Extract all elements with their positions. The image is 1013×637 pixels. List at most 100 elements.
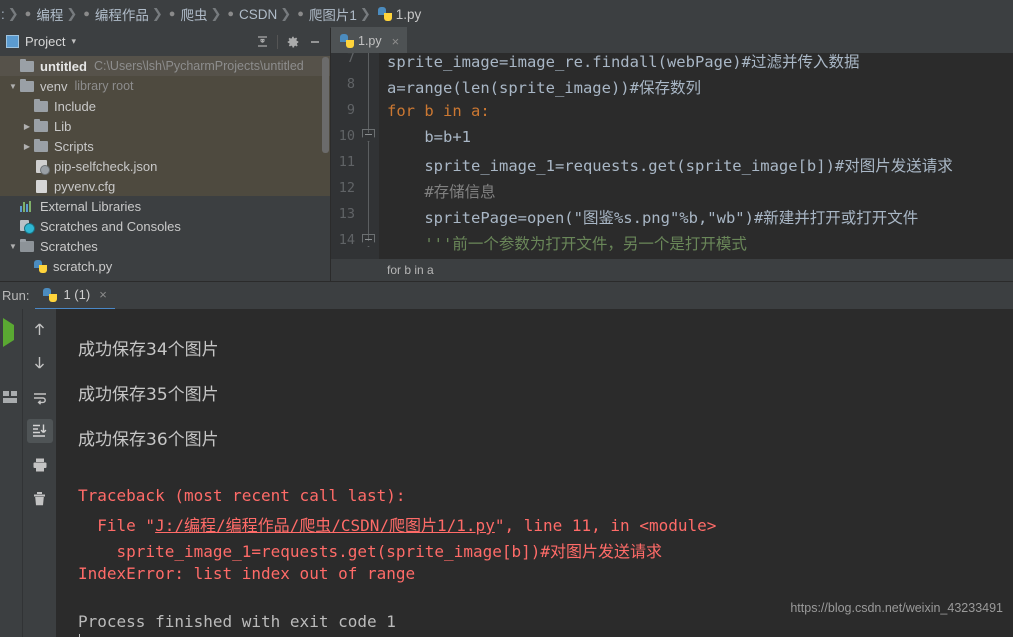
- line-number: 8: [346, 76, 355, 92]
- folder-dot-icon: ●: [83, 8, 90, 20]
- scroll-up-icon[interactable]: [27, 317, 53, 341]
- close-icon[interactable]: ×: [392, 34, 400, 49]
- folder-dot-icon: ●: [297, 8, 304, 20]
- breadcrumb-file-label: 1.py: [395, 6, 422, 22]
- tree-node-label: Scratches: [40, 238, 98, 254]
- fold-region-line: [368, 53, 369, 133]
- minimize-icon[interactable]: [304, 32, 326, 52]
- breadcrumb-item-label: 爬虫: [180, 8, 208, 23]
- folder-icon: [20, 238, 34, 252]
- stop-icon[interactable]: [3, 357, 19, 373]
- tree-node-external-libraries[interactable]: External Libraries: [0, 196, 330, 216]
- breadcrumb-item-label: 爬图片1: [308, 8, 357, 23]
- tree-node-scratch-py[interactable]: scratch.py: [0, 256, 330, 276]
- run-left-toolbar: [0, 309, 22, 637]
- folder-icon: [34, 118, 48, 132]
- run-panel: Run: 1 (1) × 成功保存34个图片 成功保存35个图片 成功保存36个…: [0, 281, 1013, 637]
- current-line-highlight: [379, 128, 1013, 154]
- breadcrumb-separator: ❯: [7, 6, 19, 21]
- code-lines[interactable]: sprite_image=image_re.findall(webPage)#过…: [379, 53, 1013, 281]
- tree-twisty[interactable]: ▼: [6, 242, 20, 251]
- breadcrumb-item-2[interactable]: ● 爬虫: [166, 4, 208, 24]
- code-editor[interactable]: 7 8 9 10 11 12 13 14 15: [331, 53, 1013, 281]
- layout-icon[interactable]: [3, 391, 19, 407]
- tree-node-libroot: library root: [74, 79, 134, 93]
- tree-node-venv[interactable]: ▼ venv library root: [0, 76, 330, 96]
- run-tab-label: 1 (1): [63, 287, 91, 302]
- breadcrumb-file[interactable]: 1.py: [377, 6, 422, 22]
- soft-wrap-icon[interactable]: [27, 385, 53, 409]
- breadcrumb-item-4[interactable]: ● 爬图片1: [294, 4, 357, 24]
- folder-dot-icon: ●: [24, 8, 32, 20]
- breadcrumb-separator: ❯: [280, 6, 292, 21]
- folder-icon: [34, 98, 48, 112]
- collapse-all-icon[interactable]: [251, 32, 273, 52]
- breadcrumb-item-3[interactable]: ● CSDN: [224, 7, 277, 22]
- cfg-file-icon: [36, 179, 47, 193]
- scroll-to-end-icon[interactable]: [26, 419, 53, 443]
- fold-marker-icon[interactable]: [362, 234, 375, 247]
- breadcrumb-item-label: CSDN: [239, 6, 278, 22]
- code-line-8: a=range(len(sprite_image))#保存数列: [387, 79, 701, 97]
- editor-status-breadcrumb: for b in a: [331, 259, 1013, 281]
- tree-node-scripts[interactable]: ▶ Scripts: [0, 136, 330, 156]
- editor-tab-label: 1.py: [358, 34, 382, 48]
- clear-all-icon[interactable]: [27, 487, 53, 511]
- breadcrumb-prefix: :: [1, 6, 5, 22]
- tree-node-include[interactable]: Include: [0, 96, 330, 116]
- tree-node-label: External Libraries: [40, 198, 142, 214]
- scratches-consoles-icon: [20, 219, 35, 234]
- run-tabbar: Run: 1 (1) ×: [0, 281, 1013, 310]
- traceback-file-link[interactable]: J:/编程/编程作品/爬虫/CSDN/爬图片1/1.py: [155, 516, 495, 535]
- code-line-12: #存储信息: [387, 183, 496, 201]
- code-line-11: sprite_image_1=requests.get(sprite_image…: [387, 157, 953, 175]
- project-panel: Project ▾ untitled C:\Users\lsh\PycharmP…: [0, 28, 331, 281]
- tree-twisty[interactable]: ▶: [20, 122, 34, 131]
- tree-node-scratches-consoles[interactable]: Scratches and Consoles: [0, 216, 330, 236]
- print-icon[interactable]: [27, 453, 53, 477]
- tree-node-label: Lib: [54, 118, 72, 134]
- run-console-toolbar: [22, 309, 56, 637]
- tree-node-untitled[interactable]: untitled C:\Users\lsh\PycharmProjects\un…: [0, 56, 330, 76]
- editor-tab-1py[interactable]: 1.py ×: [331, 27, 408, 53]
- project-panel-header: Project ▾: [0, 28, 330, 55]
- breadcrumb: : ❯ ● 编程 ❯ ● 编程作品 ❯ ● 爬虫 ❯ ● CSDN ❯ ● 爬图…: [0, 0, 1013, 28]
- tree-node-label: pip-selfcheck.json: [54, 158, 158, 174]
- breadcrumb-item-label: 编程: [36, 8, 64, 23]
- tree-node-scratches[interactable]: ▼ Scratches: [0, 236, 330, 256]
- breadcrumb-separator: ❯: [359, 6, 371, 21]
- console-exit-message: Process finished with exit code 1: [78, 612, 396, 631]
- folder-dot-icon: ●: [227, 8, 235, 20]
- line-number: 10: [338, 128, 355, 144]
- watermark: https://blog.csdn.net/weixin_43233491: [790, 601, 1003, 615]
- scroll-down-icon[interactable]: [27, 351, 53, 375]
- tree-node-pip-selfcheck[interactable]: pip-selfcheck.json: [0, 156, 330, 176]
- filter-icon[interactable]: [3, 425, 19, 441]
- line-number: 11: [338, 154, 355, 170]
- editor-pane: 1.py × 7 8 9 10 11 12 13 14 15: [331, 27, 1013, 281]
- editor-context-label: for b in a: [387, 263, 434, 277]
- tree-node-pyvenv-cfg[interactable]: pyvenv.cfg: [0, 176, 330, 196]
- line-number: 14: [338, 232, 355, 248]
- editor-gutter[interactable]: 7 8 9 10 11 12 13 14 15: [331, 53, 379, 281]
- breadcrumb-separator: ❯: [151, 6, 163, 21]
- tree-twisty[interactable]: ▼: [6, 82, 20, 91]
- run-console-output[interactable]: 成功保存34个图片 成功保存35个图片 成功保存36个图片 Traceback …: [56, 309, 1013, 637]
- python-file-icon: [43, 287, 58, 302]
- folder-icon: [34, 138, 48, 152]
- line-number: 9: [346, 102, 355, 118]
- tree-twisty[interactable]: ▶: [20, 142, 34, 151]
- breadcrumb-separator: ❯: [66, 6, 78, 21]
- console-traceback-header: Traceback (most recent call last):: [78, 486, 406, 505]
- breadcrumb-item-0[interactable]: ● 编程: [22, 4, 64, 24]
- chevron-down-icon[interactable]: ▾: [71, 36, 76, 47]
- editor-tabbar-empty: [407, 29, 1013, 53]
- tree-scrollbar[interactable]: [322, 57, 329, 153]
- console-error-message: IndexError: list index out of range: [78, 564, 416, 583]
- gear-icon[interactable]: [282, 32, 304, 52]
- run-tab-1[interactable]: 1 (1) ×: [35, 281, 115, 310]
- run-icon[interactable]: [3, 318, 19, 347]
- breadcrumb-item-1[interactable]: ● 编程作品: [80, 4, 149, 24]
- tree-node-lib[interactable]: ▶ Lib: [0, 116, 330, 136]
- close-icon[interactable]: ×: [99, 287, 107, 302]
